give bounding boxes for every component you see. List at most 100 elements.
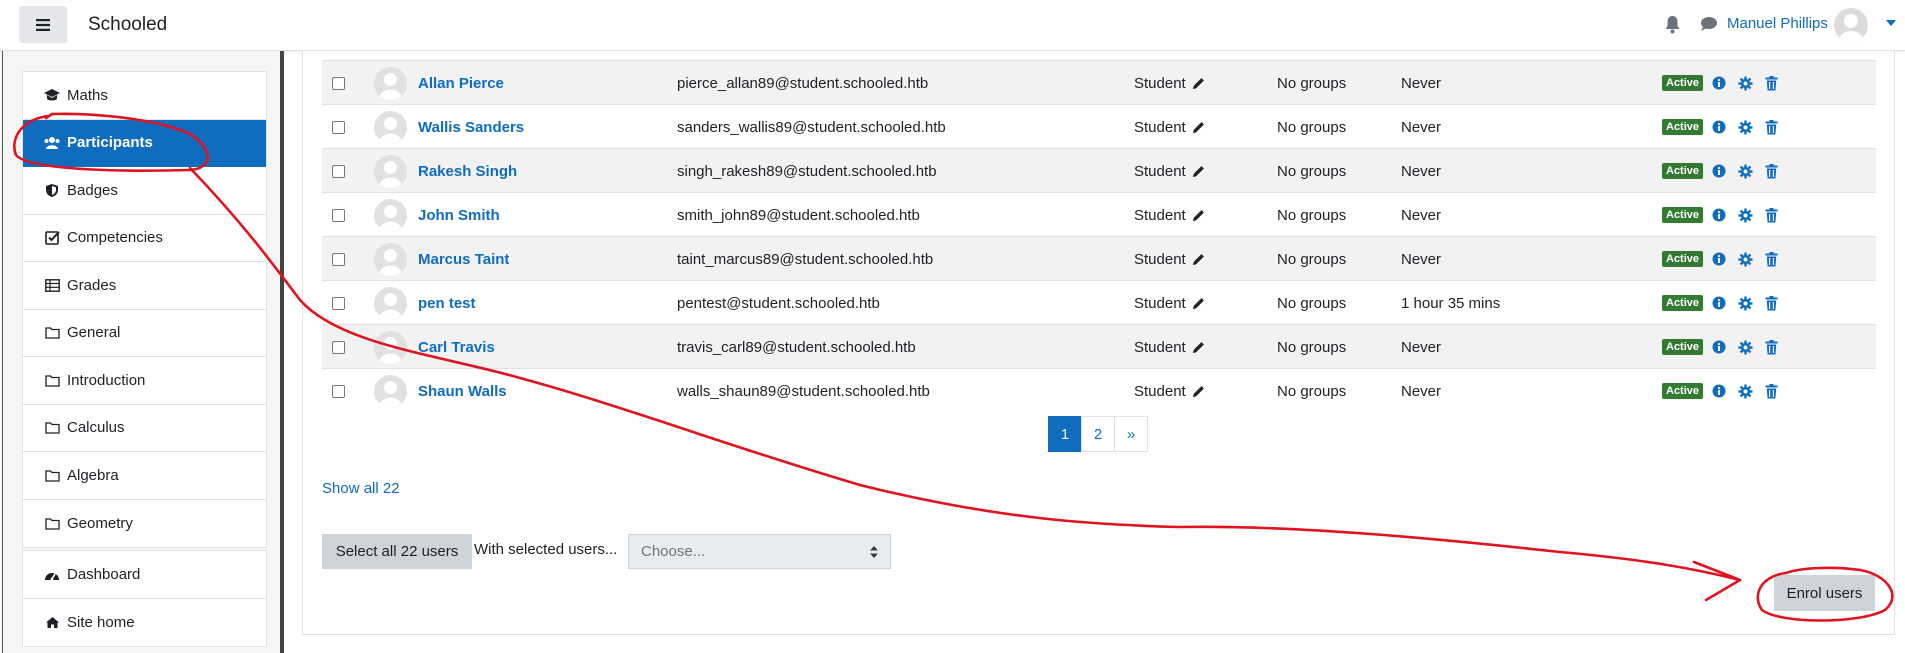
info-icon[interactable] (1712, 120, 1726, 134)
chat-icon[interactable] (1700, 16, 1718, 32)
info-icon[interactable] (1712, 208, 1726, 222)
caret-down-icon[interactable] (1886, 20, 1896, 26)
row-select-checkbox[interactable] (332, 237, 345, 281)
participant-avatar[interactable] (374, 105, 407, 149)
edit-role-pencil-icon[interactable] (1192, 385, 1205, 398)
sidebar-item-geometry[interactable]: Geometry (23, 500, 266, 548)
page-link-next[interactable]: » (1114, 416, 1148, 452)
sidebar-item-dashboard[interactable]: Dashboard (23, 551, 266, 599)
trash-icon[interactable] (1765, 119, 1778, 135)
participant-avatar[interactable] (374, 149, 407, 193)
participant-last-access: Never (1401, 162, 1442, 180)
edit-role-pencil-icon[interactable] (1192, 165, 1205, 178)
trash-icon[interactable] (1765, 207, 1778, 223)
gear-icon[interactable] (1738, 252, 1753, 267)
info-icon[interactable] (1712, 340, 1726, 354)
info-icon[interactable] (1712, 296, 1726, 310)
sidebar-item-site-home[interactable]: Site home (23, 599, 266, 647)
participant-name-link[interactable]: Rakesh Singh (418, 149, 517, 193)
participant-name-link[interactable]: John Smith (418, 193, 500, 237)
participant-email: pierce_allan89@student.schooled.htb (677, 74, 929, 92)
participant-avatar[interactable] (374, 369, 407, 413)
edit-role-pencil-icon[interactable] (1192, 121, 1205, 134)
site-brand[interactable]: Schooled (88, 14, 167, 36)
participant-status: Active (1662, 237, 1704, 281)
edit-role-pencil-icon[interactable] (1192, 77, 1205, 90)
gear-icon[interactable] (1738, 120, 1753, 135)
gear-icon[interactable] (1738, 384, 1753, 399)
participant-name-link[interactable]: Wallis Sanders (418, 105, 524, 149)
gear-icon[interactable] (1738, 76, 1753, 91)
sidebar-item-label: General (67, 324, 121, 342)
participant-avatar[interactable] (374, 193, 407, 237)
sidebar-item-competencies[interactable]: Competencies (23, 215, 266, 262)
row-select-checkbox[interactable] (332, 105, 345, 149)
trash-icon[interactable] (1765, 295, 1778, 311)
participant-groups: No groups (1277, 162, 1347, 180)
sidebar-item-badges[interactable]: Badges (23, 167, 266, 215)
trash-icon[interactable] (1765, 75, 1778, 91)
select-all-users-button[interactable]: Select all 22 users (322, 534, 472, 569)
trash-icon[interactable] (1765, 251, 1778, 267)
row-select-checkbox[interactable] (332, 369, 345, 413)
participant-name-link[interactable]: Carl Travis (418, 325, 495, 369)
sidebar-item-grades[interactable]: Grades (23, 262, 266, 310)
participant-groups: No groups (1277, 250, 1347, 268)
gear-icon[interactable] (1738, 340, 1753, 355)
row-select-checkbox[interactable] (332, 193, 345, 237)
row-select-checkbox[interactable] (332, 61, 345, 105)
row-select-checkbox[interactable] (332, 149, 345, 193)
info-icon[interactable] (1712, 252, 1726, 266)
page-link-2[interactable]: 2 (1081, 416, 1115, 452)
edit-role-pencil-icon[interactable] (1192, 209, 1205, 222)
participant-groups: No groups (1277, 118, 1347, 136)
gear-icon[interactable] (1738, 164, 1753, 179)
select-arrows-icon (870, 546, 878, 558)
participant-actions (1712, 281, 1790, 325)
edit-role-pencil-icon[interactable] (1192, 297, 1205, 310)
info-icon[interactable] (1712, 164, 1726, 178)
status-badge: Active (1662, 383, 1704, 399)
sidebar-item-general[interactable]: General (23, 310, 266, 357)
gear-icon[interactable] (1738, 296, 1753, 311)
participant-avatar[interactable] (374, 61, 407, 105)
info-icon[interactable] (1712, 384, 1726, 398)
role-label: Student (1134, 162, 1186, 180)
menu-toggle-button[interactable] (19, 6, 67, 43)
user-avatar[interactable] (1834, 8, 1868, 42)
show-all-link[interactable]: Show all 22 (322, 480, 400, 497)
sidebar-item-calculus[interactable]: Calculus (23, 405, 266, 452)
table-row: Allan Pierce pierce_allan89@student.schoo… (322, 60, 1876, 104)
sidebar-item-maths[interactable]: Maths (23, 72, 266, 120)
sidebar-item-algebra[interactable]: Algebra (23, 452, 266, 500)
trash-icon[interactable] (1765, 383, 1778, 399)
sidebar-item-label: Participants (67, 134, 153, 152)
edit-role-pencil-icon[interactable] (1192, 253, 1205, 266)
participant-avatar[interactable] (374, 325, 407, 369)
trash-icon[interactable] (1765, 163, 1778, 179)
bulk-action-select[interactable]: Choose... (628, 534, 891, 569)
graduation-cap-icon (43, 87, 61, 103)
gear-icon[interactable] (1738, 208, 1753, 223)
participant-actions (1712, 193, 1790, 237)
trash-icon[interactable] (1765, 339, 1778, 355)
participant-name-link[interactable]: Allan Pierce (418, 61, 504, 105)
enrol-users-button[interactable]: Enrol users (1774, 575, 1875, 611)
bell-icon[interactable] (1664, 15, 1681, 34)
participant-name-link[interactable]: pen test (418, 281, 476, 325)
info-icon[interactable] (1712, 76, 1726, 90)
participant-email: travis_carl89@student.schooled.htb (677, 338, 916, 356)
participant-role: Student (1134, 105, 1205, 149)
participant-avatar[interactable] (374, 281, 407, 325)
user-name-link[interactable]: Manuel Phillips (1727, 15, 1828, 32)
sidebar-item-participants[interactable]: Participants (23, 119, 266, 167)
row-select-checkbox[interactable] (332, 325, 345, 369)
row-select-checkbox[interactable] (332, 281, 345, 325)
edit-role-pencil-icon[interactable] (1192, 341, 1205, 354)
participant-name-link[interactable]: Shaun Walls (418, 369, 507, 413)
sidebar-item-introduction[interactable]: Introduction (23, 357, 266, 405)
participant-status: Active (1662, 369, 1704, 413)
participant-avatar[interactable] (374, 237, 407, 281)
participant-name-link[interactable]: Marcus Taint (418, 237, 509, 281)
page-link-1[interactable]: 1 (1048, 416, 1082, 452)
